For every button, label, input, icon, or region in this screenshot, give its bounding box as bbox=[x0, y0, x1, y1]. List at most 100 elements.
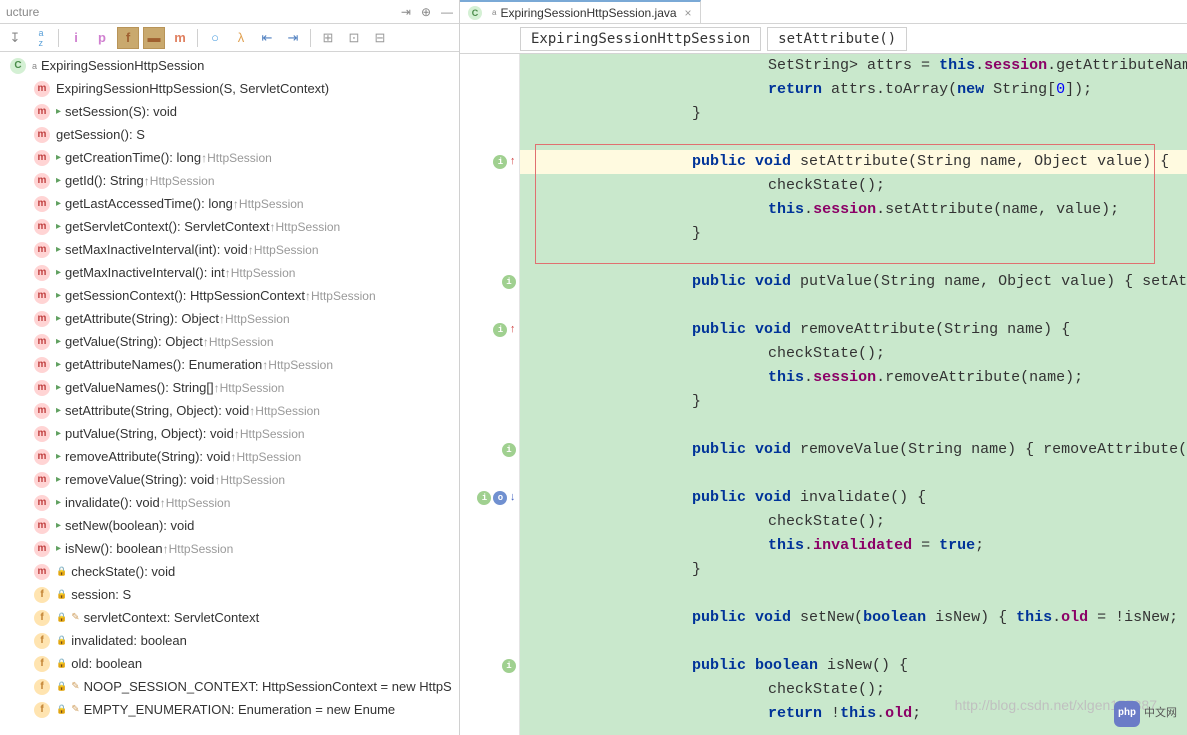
tree-item[interactable]: f🔒session: S bbox=[0, 583, 459, 606]
override-icon[interactable]: i bbox=[493, 323, 507, 337]
tree-item[interactable]: f🔒✎NOOP_SESSION_CONTEXT: HttpSessionCont… bbox=[0, 675, 459, 698]
tree-item[interactable]: m▸removeValue(String): void ↑HttpSession bbox=[0, 468, 459, 491]
tree-item[interactable]: m▸invalidate(): void ↑HttpSession bbox=[0, 491, 459, 514]
tree-item[interactable]: mExpiringSessionHttpSession(S, ServletCo… bbox=[0, 77, 459, 100]
code-line[interactable]: public void setAttribute(String name, Ob… bbox=[520, 150, 1187, 174]
tree-item[interactable]: m▸setNew(boolean): void bbox=[0, 514, 459, 537]
tree-item[interactable]: m▸putValue(String, Object): void ↑HttpSe… bbox=[0, 422, 459, 445]
method-icon: m bbox=[34, 449, 50, 465]
tab-close-icon[interactable]: × bbox=[685, 6, 692, 20]
code-line[interactable]: this.session.removeAttribute(name); bbox=[520, 366, 1187, 390]
tree-item[interactable]: m▸getSessionContext(): HttpSessionContex… bbox=[0, 284, 459, 307]
tb-tree-icon[interactable]: ⊡ bbox=[343, 27, 365, 49]
tb-lambda-icon[interactable]: λ bbox=[230, 27, 252, 49]
tree-item[interactable]: f🔒✎servletContext: ServletContext bbox=[0, 606, 459, 629]
implement-icon[interactable]: i bbox=[502, 659, 516, 673]
crumb-class[interactable]: ExpiringSessionHttpSession bbox=[520, 27, 761, 51]
code-line[interactable]: checkState(); bbox=[520, 342, 1187, 366]
code-body[interactable]: SetString> attrs = this.session.getAttri… bbox=[520, 54, 1187, 735]
code-line[interactable] bbox=[520, 630, 1187, 654]
tb-pkg-icon[interactable]: ⊟ bbox=[369, 27, 391, 49]
tree-item[interactable]: f🔒old: boolean bbox=[0, 652, 459, 675]
implement-icon[interactable]: i bbox=[502, 275, 516, 289]
tree-item[interactable]: m▸getLastAccessedTime(): long ↑HttpSessi… bbox=[0, 192, 459, 215]
tb-expand-icon[interactable]: ⇥ bbox=[282, 27, 304, 49]
code-line[interactable]: public void removeValue(String name) { r… bbox=[520, 438, 1187, 462]
code-line[interactable]: } bbox=[520, 222, 1187, 246]
tb-f-icon[interactable]: f bbox=[117, 27, 139, 49]
tree-item[interactable]: m▸setSession(S): void bbox=[0, 100, 459, 123]
tree-root[interactable]: C a ExpiringSessionHttpSession bbox=[0, 54, 459, 77]
tree-item[interactable]: m🔒checkState(): void bbox=[0, 560, 459, 583]
code-line[interactable] bbox=[520, 414, 1187, 438]
implement-icon[interactable]: i bbox=[502, 443, 516, 457]
tb-p-icon[interactable]: p bbox=[91, 27, 113, 49]
code-line[interactable]: return !this.old; bbox=[520, 702, 1187, 726]
code-line[interactable]: } bbox=[520, 390, 1187, 414]
tb-az-icon[interactable]: az bbox=[30, 27, 52, 49]
code-line[interactable]: public void removeAttribute(String name)… bbox=[520, 318, 1187, 342]
code-line[interactable] bbox=[520, 246, 1187, 270]
code-line[interactable]: checkState(); bbox=[520, 510, 1187, 534]
gutter-row[interactable]: i bbox=[460, 654, 520, 678]
tb-sort-icon[interactable]: ↧ bbox=[4, 27, 26, 49]
tree-item[interactable]: m▸getAttribute(String): Object ↑HttpSess… bbox=[0, 307, 459, 330]
override-down-icon[interactable]: o bbox=[493, 491, 507, 505]
override-icon[interactable]: i bbox=[493, 155, 507, 169]
structure-tree[interactable]: C a ExpiringSessionHttpSession mExpiring… bbox=[0, 52, 459, 735]
code-line[interactable]: checkState(); bbox=[520, 174, 1187, 198]
implement-icon[interactable]: i bbox=[477, 491, 491, 505]
tree-item[interactable]: m▸getAttributeNames(): Enumeration ↑Http… bbox=[0, 353, 459, 376]
structure-collapse-icon[interactable]: — bbox=[441, 5, 453, 19]
code-line[interactable]: public void putValue(String name, Object… bbox=[520, 270, 1187, 294]
tb-circle-icon[interactable]: ○ bbox=[204, 27, 226, 49]
tree-item[interactable]: m▸setMaxInactiveInterval(int): void ↑Htt… bbox=[0, 238, 459, 261]
structure-opt2-icon[interactable]: ⊕ bbox=[421, 5, 431, 19]
gutter-row[interactable]: i↑ bbox=[460, 318, 520, 342]
code-line[interactable]: this.session.setAttribute(name, value); bbox=[520, 198, 1187, 222]
code-line[interactable]: public void setNew(boolean isNew) { this… bbox=[520, 606, 1187, 630]
tree-item-label: servletContext: ServletContext bbox=[84, 610, 260, 625]
tree-item[interactable]: m▸getId(): String ↑HttpSession bbox=[0, 169, 459, 192]
code-line[interactable]: } bbox=[520, 558, 1187, 582]
method-icon: m bbox=[34, 173, 50, 189]
structure-opt1-icon[interactable]: ⇥ bbox=[401, 5, 411, 19]
gutter-row[interactable]: i↑ bbox=[460, 150, 520, 174]
tree-item[interactable]: mgetSession(): S bbox=[0, 123, 459, 146]
tree-item[interactable]: f🔒invalidated: boolean bbox=[0, 629, 459, 652]
tree-item[interactable]: m▸getCreationTime(): long ↑HttpSession bbox=[0, 146, 459, 169]
tree-item[interactable]: m▸getServletContext(): ServletContext ↑H… bbox=[0, 215, 459, 238]
tree-item[interactable]: m▸getMaxInactiveInterval(): int ↑HttpSes… bbox=[0, 261, 459, 284]
tb-i-icon[interactable]: i bbox=[65, 27, 87, 49]
gutter-row[interactable]: io↓ bbox=[460, 486, 520, 510]
code-line[interactable]: checkState(); bbox=[520, 678, 1187, 702]
code-line[interactable]: } bbox=[520, 102, 1187, 126]
code-line[interactable]: SetString> attrs = this.session.getAttri… bbox=[520, 54, 1187, 78]
tb-collapse-icon[interactable]: ⇤ bbox=[256, 27, 278, 49]
gutter-row[interactable]: i bbox=[460, 270, 520, 294]
tree-item[interactable]: m▸isNew(): boolean ↑HttpSession bbox=[0, 537, 459, 560]
tb-sort2-icon[interactable]: ▬ bbox=[143, 27, 165, 49]
code-line[interactable]: public void invalidate() { bbox=[520, 486, 1187, 510]
code-line[interactable] bbox=[520, 126, 1187, 150]
code-line[interactable] bbox=[520, 582, 1187, 606]
tree-item[interactable]: f🔒✎EMPTY_ENUMERATION: Enumeration = new … bbox=[0, 698, 459, 721]
code-line[interactable]: return attrs.toArray(new String[0]); bbox=[520, 78, 1187, 102]
gutter-row[interactable]: i bbox=[460, 438, 520, 462]
method-icon: m bbox=[34, 242, 50, 258]
code-line[interactable]: this.invalidated = true; bbox=[520, 534, 1187, 558]
lock-icon: 🔒 bbox=[56, 681, 67, 692]
code-line[interactable]: public boolean isNew() { bbox=[520, 654, 1187, 678]
tb-opt-icon[interactable]: ⊞ bbox=[317, 27, 339, 49]
tree-item[interactable]: m▸setAttribute(String, Object): void ↑Ht… bbox=[0, 399, 459, 422]
tb-m-icon[interactable]: m bbox=[169, 27, 191, 49]
crumb-method[interactable]: setAttribute() bbox=[767, 27, 907, 51]
code-editor[interactable]: SetString> attrs = this.session.getAttri… bbox=[460, 54, 1187, 735]
tree-item-label: getCreationTime(): long bbox=[65, 150, 201, 165]
tree-item[interactable]: m▸getValue(String): Object ↑HttpSession bbox=[0, 330, 459, 353]
tree-item[interactable]: m▸getValueNames(): String[] ↑HttpSession bbox=[0, 376, 459, 399]
editor-tab[interactable]: C a ExpiringSessionHttpSession.java × bbox=[460, 0, 701, 23]
tree-item[interactable]: m▸removeAttribute(String): void ↑HttpSes… bbox=[0, 445, 459, 468]
code-line[interactable] bbox=[520, 462, 1187, 486]
code-line[interactable] bbox=[520, 294, 1187, 318]
